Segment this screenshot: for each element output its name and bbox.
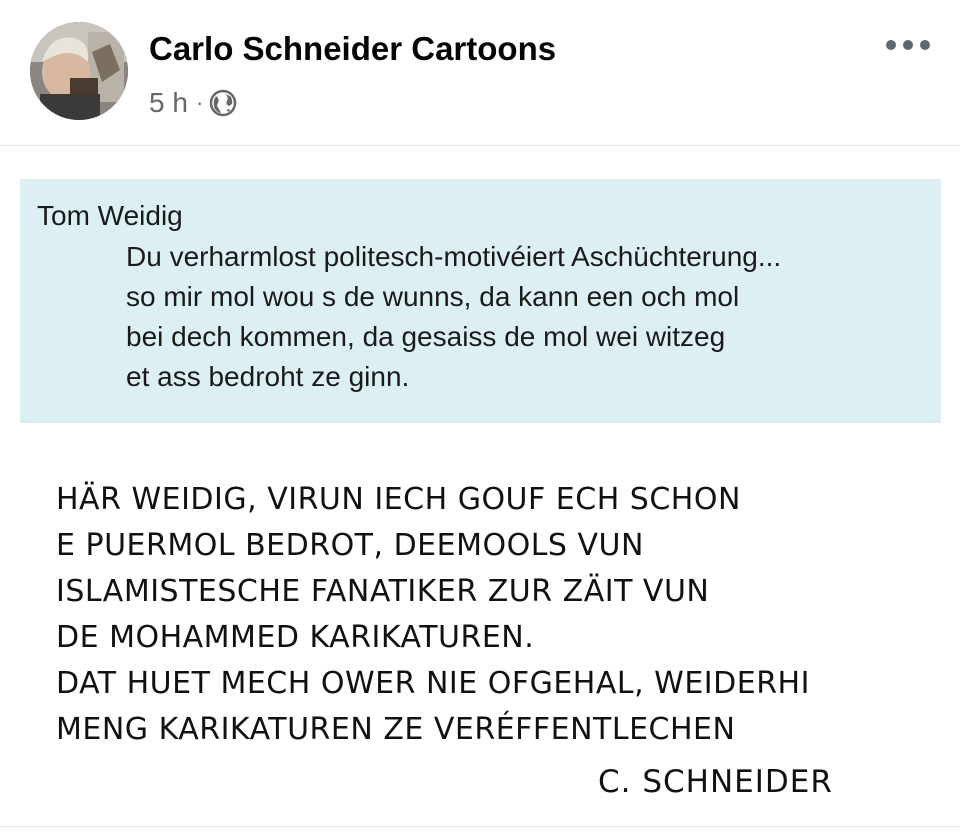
- avatar[interactable]: [30, 22, 128, 120]
- globe-icon[interactable]: [209, 89, 237, 117]
- page-name[interactable]: Carlo Schneider Cartoons: [149, 30, 556, 68]
- quote-line: et ass bedroht ze ginn.: [126, 361, 410, 392]
- reply-line: MENG KARIKATUREN ZE VERÉFFENTLECHEN: [56, 712, 736, 747]
- post-header: Carlo Schneider Cartoons 5 h ·: [0, 0, 960, 143]
- post-meta: 5 h ·: [149, 86, 237, 120]
- bottom-divider: [0, 826, 960, 827]
- reply-line: E PUERMOL BEDROT, DEEMOOLS VUN: [56, 528, 644, 563]
- reply-line: DE MOHAMMED KARIKATUREN.: [56, 620, 535, 655]
- quote-line: bei dech kommen, da gesaiss de mol wei w…: [126, 321, 726, 352]
- more-options-icon[interactable]: [886, 30, 930, 60]
- quote-text: Du verharmlost politesch-motivéiert Asch…: [126, 237, 781, 397]
- reply-text: HÄR WEIDIG, VIRUN IECH GOUF ECH SCHON E …: [56, 477, 810, 753]
- quote-line: Du verharmlost politesch-motivéiert Asch…: [126, 241, 782, 272]
- signature: C. SCHNEIDER: [598, 764, 833, 800]
- reply-line: ISLAMISTESCHE FANATIKER ZUR ZÄIT VUN: [56, 574, 710, 609]
- reply-line: HÄR WEIDIG, VIRUN IECH GOUF ECH SCHON: [56, 482, 741, 517]
- reply-line: DAT HUET MECH OWER NIE OFGEHAL, WEIDERHI: [56, 666, 810, 701]
- post-time[interactable]: 5 h: [149, 87, 188, 119]
- quote-author: Tom Weidig: [37, 200, 183, 231]
- avatar-photo: [30, 22, 128, 120]
- header-divider: [0, 145, 960, 146]
- quoted-comment: Tom Weidig Du verharmlost politesch-moti…: [20, 179, 941, 423]
- quote-line: so mir mol wou s de wunns, da kann een o…: [126, 281, 740, 312]
- meta-separator: ·: [195, 90, 204, 115]
